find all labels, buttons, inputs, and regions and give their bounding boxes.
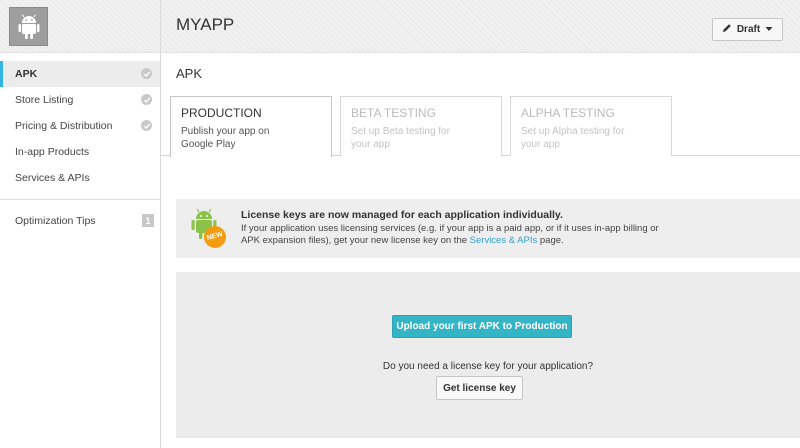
sidebar-item-apk[interactable]: APK [0, 61, 160, 87]
tab-production[interactable]: PRODUCTION Publish your app on Google Pl… [170, 96, 332, 158]
tab-description: Publish your app on Google Play [181, 126, 270, 150]
check-circle-icon [141, 120, 152, 131]
draft-status-dropdown[interactable]: Draft [712, 18, 783, 41]
tab-description: Set up Alpha testing for your app [521, 126, 625, 150]
tab-title: BETA TESTING [351, 106, 436, 120]
sidebar: APK Store Listing Pricing & Distribution… [0, 0, 161, 448]
pencil-icon [722, 23, 732, 36]
check-circle-icon [141, 94, 152, 105]
draft-label: Draft [736, 24, 761, 35]
count-badge: 1 [142, 214, 154, 227]
app-title: MYAPP [176, 15, 235, 34]
sidebar-item-label: Optimization Tips [15, 215, 96, 227]
page-title: APK [176, 66, 203, 81]
sidebar-item-label: Services & APIs [15, 172, 90, 184]
sidebar-item-pricing-distribution[interactable]: Pricing & Distribution [0, 113, 160, 139]
tab-alpha-testing[interactable]: ALPHA TESTING Set up Alpha testing for y… [510, 96, 672, 156]
sidebar-item-optimization-tips[interactable]: Optimization Tips 1 [0, 208, 160, 234]
sidebar-item-store-listing[interactable]: Store Listing [0, 87, 160, 113]
android-icon[interactable] [9, 7, 48, 46]
tab-title: PRODUCTION [181, 106, 262, 120]
services-apis-link[interactable]: Services & APIs [470, 235, 538, 246]
license-question: Do you need a license key for your appli… [382, 361, 594, 372]
release-tabs: PRODUCTION Publish your app on Google Pl… [161, 90, 800, 158]
app-icon-area [0, 0, 160, 53]
get-license-key-button[interactable]: Get license key [436, 376, 523, 400]
header: MYAPP Draft [161, 0, 800, 53]
tab-description: Set up Beta testing for your app [351, 126, 450, 150]
notice-text: If your application uses licensing servi… [241, 223, 659, 246]
upload-apk-button[interactable]: Upload your first APK to Production [392, 315, 572, 338]
notice-body: If your application uses licensing servi… [241, 223, 661, 247]
sidebar-item-label: APK [15, 68, 38, 80]
check-circle-icon [141, 68, 152, 79]
android-new-icon: NEW [185, 207, 233, 249]
upload-panel: Upload your first APK to Production Do y… [176, 272, 800, 438]
notice-text: page. [537, 235, 564, 246]
sidebar-divider [0, 199, 160, 200]
sidebar-item-label: In-app Products [15, 146, 90, 158]
license-notice: NEW License keys are now managed for eac… [176, 199, 800, 258]
sidebar-item-services-apis[interactable]: Services & APIs [0, 165, 160, 191]
tab-beta-testing[interactable]: BETA TESTING Set up Beta testing for you… [340, 96, 502, 156]
sidebar-item-label: Store Listing [15, 94, 74, 106]
notice-title: License keys are now managed for each ap… [241, 209, 563, 221]
sidebar-item-in-app-products[interactable]: In-app Products [0, 139, 160, 165]
caret-down-icon [765, 24, 773, 35]
sidebar-item-label: Pricing & Distribution [15, 120, 113, 132]
tab-title: ALPHA TESTING [521, 106, 615, 120]
